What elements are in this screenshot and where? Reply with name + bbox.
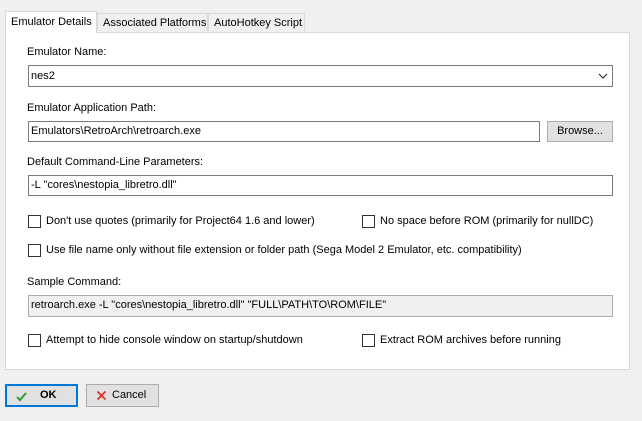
checkbox-label: Attempt to hide console window on startu… <box>46 334 303 346</box>
checkbox-box <box>28 334 41 347</box>
tab-label: Emulator Details <box>11 16 92 28</box>
checkbox-box <box>28 215 41 228</box>
cancel-label: Cancel <box>112 389 147 401</box>
checkbox-box <box>362 334 375 347</box>
emulator-name-label: Emulator Name: <box>27 46 107 58</box>
check-icon <box>16 392 27 402</box>
sample-command-field: retroarch.exe -L "cores\nestopia_libretr… <box>28 295 613 317</box>
checkbox-label: Use file name only without file extensio… <box>46 244 522 256</box>
tab-label: Associated Platforms <box>103 17 207 29</box>
tab-autohotkey-script[interactable]: AutoHotkey Script <box>208 13 305 31</box>
cancel-button[interactable]: Cancel <box>86 384 159 407</box>
checkbox-label: Extract ROM archives before running <box>380 334 561 346</box>
checkbox-box <box>28 244 41 257</box>
tab-label: AutoHotkey Script <box>214 17 303 29</box>
emulator-details-panel: Emulator Name: nes2 Emulator Application… <box>5 32 630 370</box>
emulator-name-combobox[interactable]: nes2 <box>28 65 613 87</box>
ok-button[interactable]: OK <box>5 384 78 407</box>
app-path-input[interactable]: Emulators\RetroArch\retroarch.exe <box>28 121 540 142</box>
tab-associated-platforms[interactable]: Associated Platforms <box>97 13 208 31</box>
checkbox-box <box>362 215 375 228</box>
browse-button[interactable]: Browse... <box>547 121 613 142</box>
sample-command-label: Sample Command: <box>27 276 122 288</box>
ok-label: OK <box>40 389 57 401</box>
emulator-name-value: nes2 <box>31 70 55 82</box>
checkbox-label: No space before ROM (primarily for nullD… <box>380 215 594 227</box>
chevron-down-icon <box>598 73 608 79</box>
x-icon <box>96 390 107 401</box>
checkbox-label: Don't use quotes (primarily for Project6… <box>46 215 315 227</box>
tab-emulator-details[interactable]: Emulator Details <box>5 11 97 33</box>
app-path-label: Emulator Application Path: <box>27 102 157 114</box>
cmd-params-label: Default Command-Line Parameters: <box>27 156 204 168</box>
cmd-params-input[interactable]: -L "cores\nestopia_libretro.dll" <box>28 175 613 196</box>
